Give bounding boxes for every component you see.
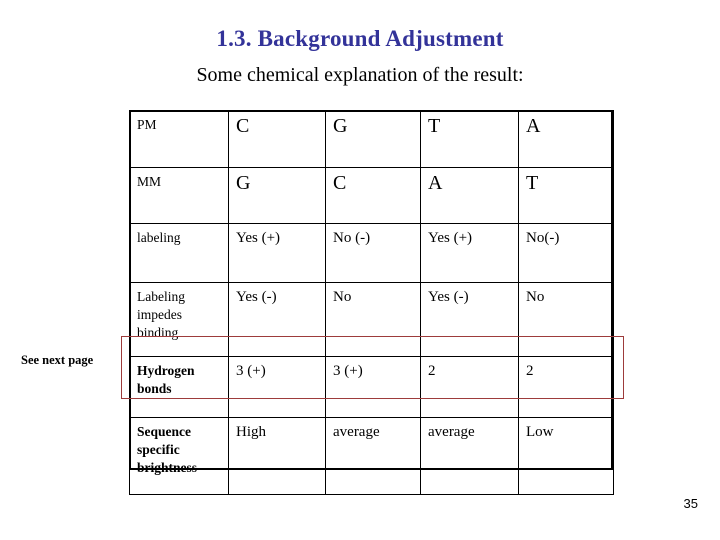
- row-label-cell: Sequence specific brightness: [129, 417, 229, 495]
- row-label-cell: labeling: [129, 223, 229, 283]
- table-cell: 3 (+): [325, 356, 421, 418]
- cell-value: High: [236, 424, 266, 440]
- cell-value: Yes (+): [236, 230, 281, 246]
- table-cell: No (-): [325, 223, 421, 283]
- cell-value: average: [428, 424, 475, 440]
- row-label-cell: PM: [129, 110, 229, 168]
- cell-value: Yes (-): [236, 289, 277, 305]
- table-cell: Low: [518, 417, 614, 495]
- row-label: Labeling impedes binding: [137, 289, 185, 340]
- cell-value: 2: [526, 363, 534, 379]
- table-cell: average: [325, 417, 421, 495]
- table-cell: T: [420, 110, 519, 168]
- comparison-table: PM C G T A MM G C A T labeling Yes (+) N…: [129, 110, 614, 495]
- cell-value: Low: [526, 424, 554, 440]
- table-cell: A: [518, 110, 614, 168]
- table-cell: High: [228, 417, 326, 495]
- page-number: 35: [683, 496, 698, 511]
- table-cell: 2: [420, 356, 519, 418]
- row-label-cell: Labeling impedes binding: [129, 282, 229, 357]
- row-label: PM: [137, 117, 157, 132]
- cell-value: Yes (+): [428, 230, 473, 246]
- row-label-cell: MM: [129, 167, 229, 224]
- table-cell: C: [325, 167, 421, 224]
- slide-canvas: 1.3. Background Adjustment Some chemical…: [0, 0, 720, 540]
- page-title: 1.3. Background Adjustment: [216, 26, 504, 51]
- table-row: Sequence specific brightness High averag…: [129, 417, 614, 495]
- cell-value: No: [526, 289, 545, 305]
- table-cell: Yes (+): [420, 223, 519, 283]
- row-label: Hydrogen bonds: [137, 363, 195, 396]
- cell-value: C: [236, 115, 250, 137]
- cell-value: 3 (+): [236, 363, 266, 379]
- row-label: MM: [137, 174, 162, 189]
- cell-value: No (-): [333, 230, 371, 246]
- table-cell: 2: [518, 356, 614, 418]
- cell-value: T: [526, 172, 539, 194]
- cell-value: G: [236, 172, 251, 194]
- table-cell: Yes (-): [420, 282, 519, 357]
- cell-value: G: [333, 115, 348, 137]
- table-cell: 3 (+): [228, 356, 326, 418]
- table-cell: Yes (-): [228, 282, 326, 357]
- cell-value: No: [333, 289, 352, 305]
- table-cell: No: [518, 282, 614, 357]
- table-cell: C: [228, 110, 326, 168]
- table-row: Labeling impedes binding Yes (-) No Yes …: [129, 282, 614, 357]
- table-cell: G: [325, 110, 421, 168]
- row-label: Sequence specific brightness: [137, 424, 198, 475]
- table-row: labeling Yes (+) No (-) Yes (+) No(-): [129, 223, 614, 283]
- table-cell: A: [420, 167, 519, 224]
- cell-value: average: [333, 424, 380, 440]
- cell-value: C: [333, 172, 347, 194]
- table-row: MM G C A T: [129, 167, 614, 224]
- cell-value: A: [428, 172, 443, 194]
- see-next-page-annotation: See next page: [21, 353, 94, 367]
- table-cell: No(-): [518, 223, 614, 283]
- cell-value: T: [428, 115, 441, 137]
- table-row: Hydrogen bonds 3 (+) 3 (+) 2 2: [129, 356, 614, 418]
- table-cell: T: [518, 167, 614, 224]
- table-cell: No: [325, 282, 421, 357]
- table-cell: Yes (+): [228, 223, 326, 283]
- row-label-cell: Hydrogen bonds: [129, 356, 229, 418]
- page-subtitle: Some chemical explanation of the result:: [196, 64, 524, 86]
- cell-value: A: [526, 115, 541, 137]
- cell-value: 3 (+): [333, 363, 363, 379]
- cell-value: Yes (-): [428, 289, 469, 305]
- table-cell: average: [420, 417, 519, 495]
- table-row: PM C G T A: [129, 110, 614, 168]
- cell-value: 2: [428, 363, 436, 379]
- row-label: labeling: [137, 230, 181, 245]
- table-cell: G: [228, 167, 326, 224]
- cell-value: No(-): [526, 230, 560, 246]
